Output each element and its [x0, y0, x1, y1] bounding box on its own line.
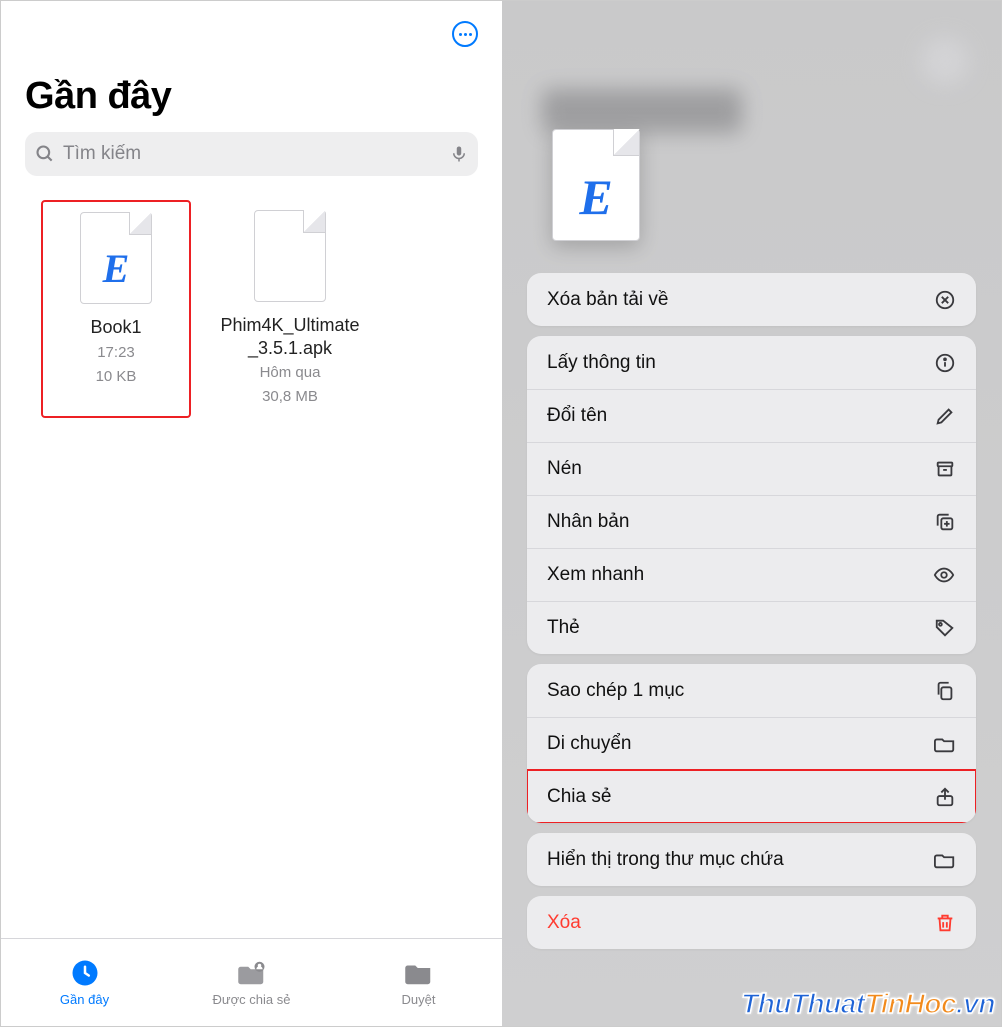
excel-icon: E [553, 168, 639, 226]
file-name: Book1 [45, 316, 187, 339]
folder-icon [404, 958, 434, 988]
context-menu-overlay: E Xóa bản tải về Lấy thông tin Đổi tên [502, 1, 1001, 1026]
menu-copy[interactable]: Sao chép 1 mục [527, 664, 976, 717]
copy-plus-icon [934, 511, 956, 533]
menu-quick-look[interactable]: Xem nhanh [527, 548, 976, 601]
menu-compress[interactable]: Nén [527, 442, 976, 495]
menu-remove-download[interactable]: Xóa bản tải về [527, 273, 976, 326]
pencil-icon [934, 405, 956, 427]
microphone-icon[interactable] [450, 143, 468, 165]
menu-duplicate[interactable]: Nhân bản [527, 495, 976, 548]
tab-browse[interactable]: Duyệt [335, 939, 502, 1026]
menu-get-info[interactable]: Lấy thông tin [527, 336, 976, 389]
files-recent-pane: Gần đây E Book1 17:23 10 KB [1, 1, 502, 1026]
menu-share[interactable]: Chia sẻ [527, 770, 976, 823]
file-time: Hôm qua [217, 363, 363, 383]
excel-icon: E [81, 245, 151, 292]
clock-icon [70, 958, 100, 988]
file-size: 30,8 MB [217, 387, 363, 407]
tab-label: Gần đây [60, 992, 109, 1007]
share-icon [934, 786, 956, 808]
search-icon [35, 144, 55, 164]
search-field[interactable] [25, 132, 478, 176]
ellipsis-icon [459, 33, 472, 36]
tab-label: Được chia sẻ [213, 992, 291, 1007]
tab-recent[interactable]: Gần đây [1, 939, 168, 1026]
info-icon [934, 352, 956, 374]
menu-rename[interactable]: Đổi tên [527, 389, 976, 442]
search-input[interactable] [63, 143, 442, 165]
tab-bar: Gần đây Được chia sẻ Duyệt [1, 938, 502, 1026]
file-icon [254, 210, 326, 302]
menu-tags[interactable]: Thẻ [527, 601, 976, 654]
file-item-book1[interactable]: E Book1 17:23 10 KB [41, 200, 191, 418]
file-icon: E [80, 212, 152, 304]
context-preview-file[interactable]: E [552, 129, 640, 241]
tab-label: Duyệt [402, 992, 436, 1007]
tag-icon [934, 617, 956, 639]
file-item-phim4k[interactable]: Phim4K_Ultimate_3.5.1.apk Hôm qua 30,8 M… [215, 200, 365, 418]
file-time: 17:23 [45, 343, 187, 363]
files-grid: E Book1 17:23 10 KB Phim4K_Ultimate_3.5.… [1, 176, 502, 442]
page-title: Gần đây [1, 47, 502, 132]
trash-icon [934, 912, 956, 934]
tab-shared[interactable]: Được chia sẻ [168, 939, 335, 1026]
shared-folder-icon [237, 958, 267, 988]
context-menu: Xóa bản tải về Lấy thông tin Đổi tên Nén [527, 273, 976, 949]
menu-delete[interactable]: Xóa [527, 896, 976, 949]
copy-icon [934, 680, 956, 702]
menu-move[interactable]: Di chuyển [527, 717, 976, 770]
folder-icon [934, 733, 956, 755]
eye-icon [932, 564, 956, 586]
file-name: Phim4K_Ultimate_3.5.1.apk [217, 314, 363, 359]
menu-show-in-folder[interactable]: Hiển thị trong thư mục chứa [527, 833, 976, 886]
more-options-button[interactable] [452, 21, 478, 47]
archive-icon [934, 458, 956, 480]
circle-x-icon [934, 289, 956, 311]
folder-icon [934, 849, 956, 871]
file-size: 10 KB [45, 367, 187, 387]
